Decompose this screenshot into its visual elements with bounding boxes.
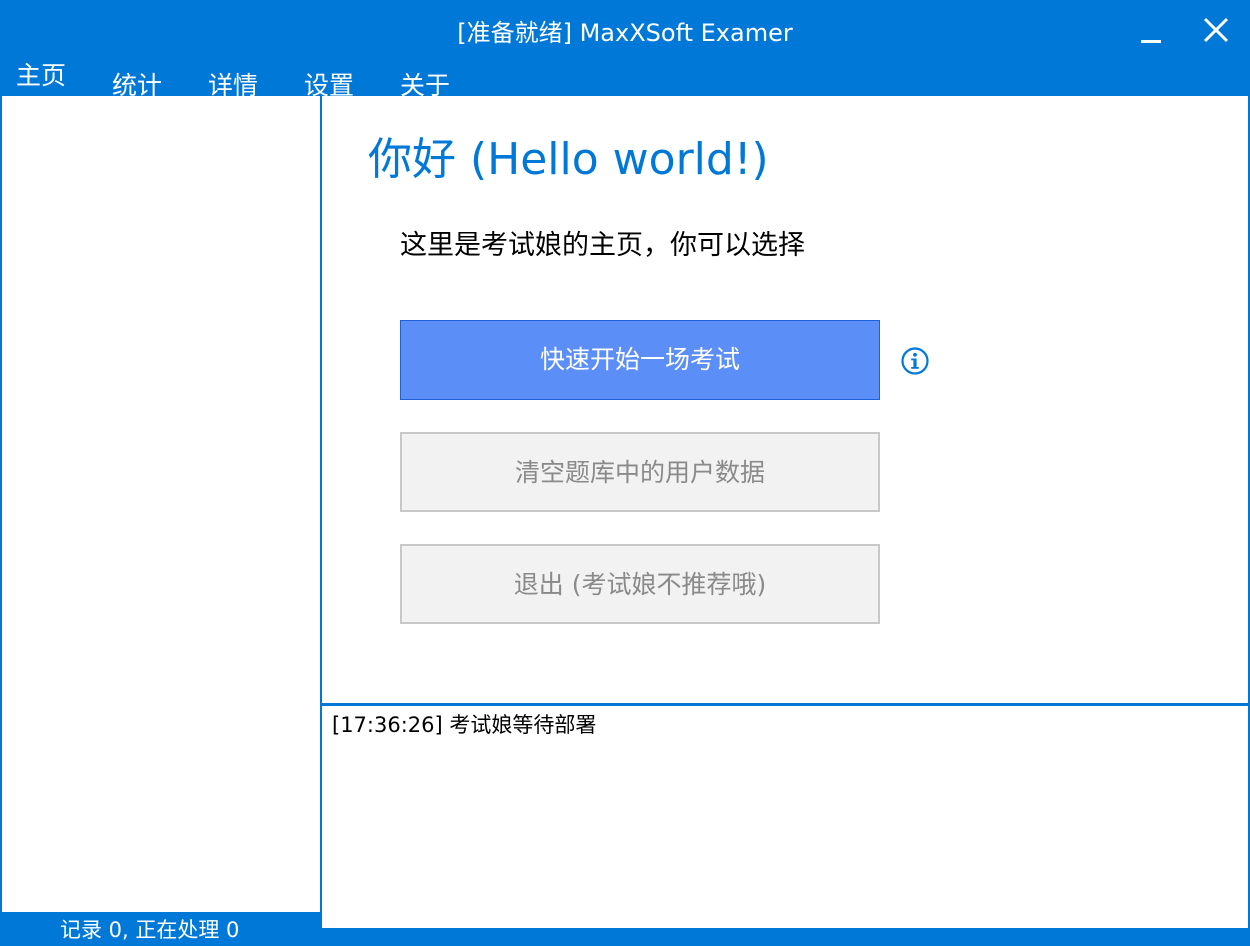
close-icon bbox=[1203, 17, 1229, 43]
menu-bar: 主页 统计 详情 设置 关于 bbox=[0, 58, 600, 100]
close-button[interactable] bbox=[1184, 0, 1246, 62]
title-bar[interactable]: [准备就绪] MaxXSoft Examer bbox=[0, 0, 1250, 62]
menu-item-home[interactable]: 主页 bbox=[16, 60, 66, 92]
exit-button[interactable]: 退出 (考试娘不推荐哦) bbox=[400, 544, 880, 624]
minimize-button[interactable] bbox=[1120, 0, 1182, 62]
left-panel bbox=[2, 96, 320, 912]
app-window: [准备就绪] MaxXSoft Examer 主页 统计 详情 设置 关于 你好… bbox=[0, 0, 1250, 946]
log-panel[interactable]: [17:36:26] 考试娘等待部署 bbox=[322, 706, 1248, 928]
minimize-icon bbox=[1141, 40, 1161, 43]
status-bar: 记录 0, 正在处理 0 bbox=[0, 912, 322, 946]
window-title: [准备就绪] MaxXSoft Examer bbox=[457, 19, 793, 47]
info-icon[interactable] bbox=[900, 346, 930, 376]
status-text: 记录 0, 正在处理 0 bbox=[60, 918, 240, 942]
greeting-heading: 你好 (Hello world!) bbox=[368, 134, 769, 185]
log-line: [17:36:26] 考试娘等待部署 bbox=[332, 713, 597, 737]
home-page: 你好 (Hello world!) 这里是考试娘的主页，你可以选择 快速开始一场… bbox=[322, 96, 1248, 703]
intro-text: 这里是考试娘的主页，你可以选择 bbox=[400, 230, 805, 261]
clear-user-data-button[interactable]: 清空题库中的用户数据 bbox=[400, 432, 880, 512]
quick-start-button[interactable]: 快速开始一场考试 bbox=[400, 320, 880, 400]
